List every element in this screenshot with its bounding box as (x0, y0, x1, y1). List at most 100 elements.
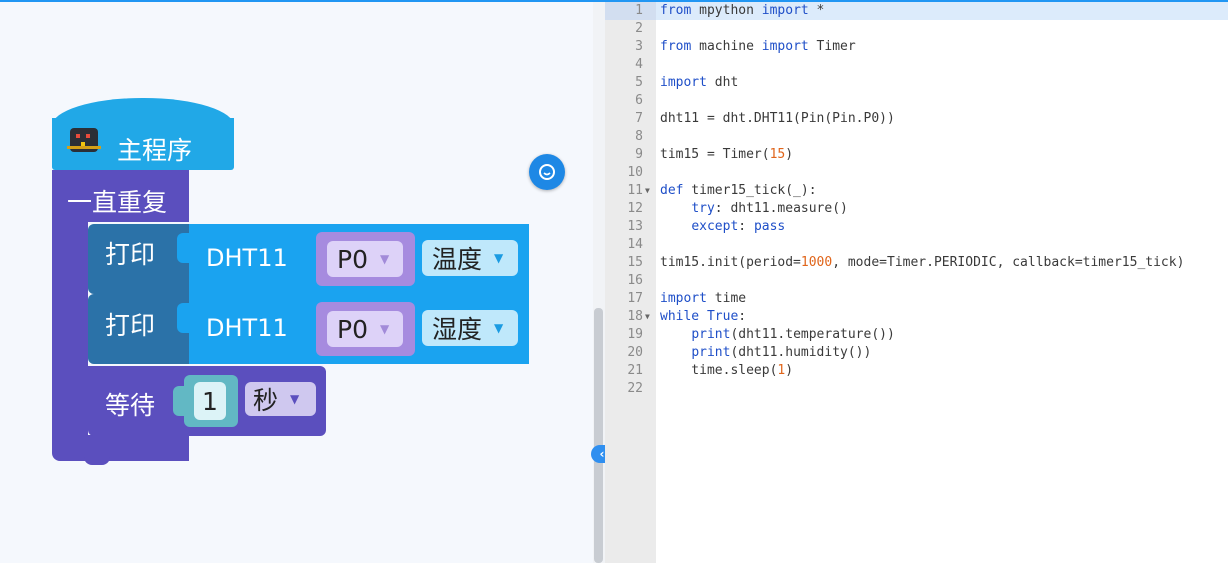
code-line[interactable]: 16 (605, 272, 1228, 290)
line-number: 3 (635, 39, 643, 54)
code-token: dht11 = dht.DHT11(Pin(Pin.P0)) (660, 111, 895, 126)
connector-plug (177, 233, 189, 263)
code-token: tim15.init(period= (660, 255, 801, 270)
code-line[interactable]: 6 (605, 92, 1228, 110)
fold-arrow-icon[interactable]: ▼ (645, 182, 650, 200)
keyword-token: True (706, 309, 739, 324)
code-text: import dht (660, 74, 738, 92)
code-line[interactable]: 18 ▼ while True: (605, 308, 1228, 326)
print-label: 打印 (105, 240, 156, 269)
chat-help-button[interactable] (529, 154, 565, 190)
measure-type-value: 温度 (432, 245, 483, 274)
dropdown-arrow-icon: ▼ (290, 392, 300, 406)
line-number: 16 (627, 273, 643, 288)
workspace-scrollbar[interactable] (594, 308, 603, 563)
line-number: 18 (627, 309, 643, 324)
main-program-label: 主程序 (117, 136, 193, 165)
wait-duration-input[interactable]: 1 (194, 382, 226, 420)
code-text: try: dht11.measure() (660, 200, 848, 218)
keyword-token: import (660, 291, 707, 306)
line-number: 7 (635, 111, 643, 126)
code-line[interactable]: 2 (605, 20, 1228, 38)
line-number: 20 (627, 345, 643, 360)
code-token: : dht11.measure() (714, 201, 848, 216)
code-token: dht (706, 75, 739, 90)
fold-arrow-icon[interactable]: ▼ (645, 308, 650, 326)
code-token: (dht11.humidity()) (730, 345, 872, 360)
code-line[interactable]: 15 tim15.init(period=1000, mode=Timer.PER… (605, 254, 1228, 272)
forever-loop-side (52, 222, 88, 442)
keyword-token: import (660, 75, 707, 90)
code-lines[interactable]: 1 from mpython import * 2 3 from machine imp… (605, 2, 1228, 398)
line-number: 22 (627, 381, 643, 396)
code-line[interactable]: 1 from mpython import * (605, 2, 1228, 20)
line-number: 8 (635, 129, 643, 144)
number-token: 15 (769, 147, 786, 162)
code-line[interactable]: 10 (605, 164, 1228, 182)
code-line[interactable]: 5 import dht (605, 74, 1228, 92)
dropdown-arrow-icon: ▼ (494, 251, 504, 265)
keyword-token: from (660, 39, 692, 54)
line-number: 9 (635, 147, 643, 162)
code-line[interactable]: 21 time.sleep(1) (605, 362, 1228, 380)
line-number: 1 (635, 3, 643, 18)
dropdown-arrow-icon: ▼ (494, 321, 504, 335)
pin-dropdown[interactable]: P0 ▼ (327, 311, 403, 347)
pin-dropdown[interactable]: P0 ▼ (327, 241, 403, 277)
time-unit-dropdown[interactable]: 秒 ▼ (245, 382, 316, 416)
code-text: from mpython import * (660, 2, 824, 20)
code-line[interactable]: 12 try: dht11.measure() (605, 200, 1228, 218)
code-line[interactable]: 13 except: pass (605, 218, 1228, 236)
number-token: 1000 (800, 255, 833, 270)
code-line[interactable]: 9 tim15 = Timer(15) (605, 146, 1228, 164)
code-token: timer15_tick(_): (683, 183, 817, 198)
code-line[interactable]: 17 import time (605, 290, 1228, 308)
chat-bubble-icon (539, 164, 555, 180)
code-token: ) (785, 147, 794, 162)
code-token: tim15 = Timer( (660, 147, 770, 162)
code-text: dht11 = dht.DHT11(Pin(Pin.P0)) (660, 110, 895, 128)
line-number: 17 (627, 291, 643, 306)
code-line[interactable]: 14 (605, 236, 1228, 254)
line-number: 2 (635, 21, 643, 36)
dht11-label: DHT11 (206, 244, 288, 272)
keyword-token: import (761, 39, 809, 54)
keyword-token: print (691, 327, 731, 342)
code-line[interactable]: 7 dht11 = dht.DHT11(Pin(Pin.P0)) (605, 110, 1228, 128)
code-line[interactable]: 8 (605, 128, 1228, 146)
line-number: 5 (635, 75, 643, 90)
board-chip-icon (67, 128, 101, 152)
code-text: tim15.init(period=1000, mode=Timer.PERIO… (660, 254, 1184, 272)
code-line[interactable]: 4 (605, 56, 1228, 74)
line-number: 13 (627, 219, 643, 234)
measure-type-dropdown[interactable]: 湿度 ▼ (422, 310, 518, 346)
code-line[interactable]: 19 print(dht11.temperature()) (605, 326, 1228, 344)
code-text: while True: (660, 308, 746, 326)
measure-type-dropdown[interactable]: 温度 ▼ (422, 240, 518, 276)
line-number: 4 (635, 57, 643, 72)
code-token: : (738, 309, 747, 324)
code-token: mpython (691, 3, 762, 18)
keyword-token: except (691, 219, 739, 234)
measure-type-value: 湿度 (432, 315, 483, 344)
forever-loop-bottom (52, 435, 189, 461)
code-token: time (706, 291, 747, 306)
keyword-token: pass (753, 219, 786, 234)
code-line[interactable]: 11 ▼ def timer15_tick(_): (605, 182, 1228, 200)
code-token: ) (785, 363, 794, 378)
line-number: 6 (635, 93, 643, 108)
wait-label: 等待 (105, 391, 156, 420)
dht11-label: DHT11 (206, 314, 288, 342)
keyword-token: while (660, 309, 700, 324)
code-line[interactable]: 22 (605, 380, 1228, 398)
print-label: 打印 (105, 311, 156, 340)
code-line[interactable]: 20 print(dht11.humidity()) (605, 344, 1228, 362)
code-token: (dht11.temperature()) (730, 327, 895, 342)
code-text: def timer15_tick(_): (660, 182, 817, 200)
code-line[interactable]: 3 from machine import Timer (605, 38, 1228, 56)
code-text: print(dht11.humidity()) (660, 344, 871, 362)
